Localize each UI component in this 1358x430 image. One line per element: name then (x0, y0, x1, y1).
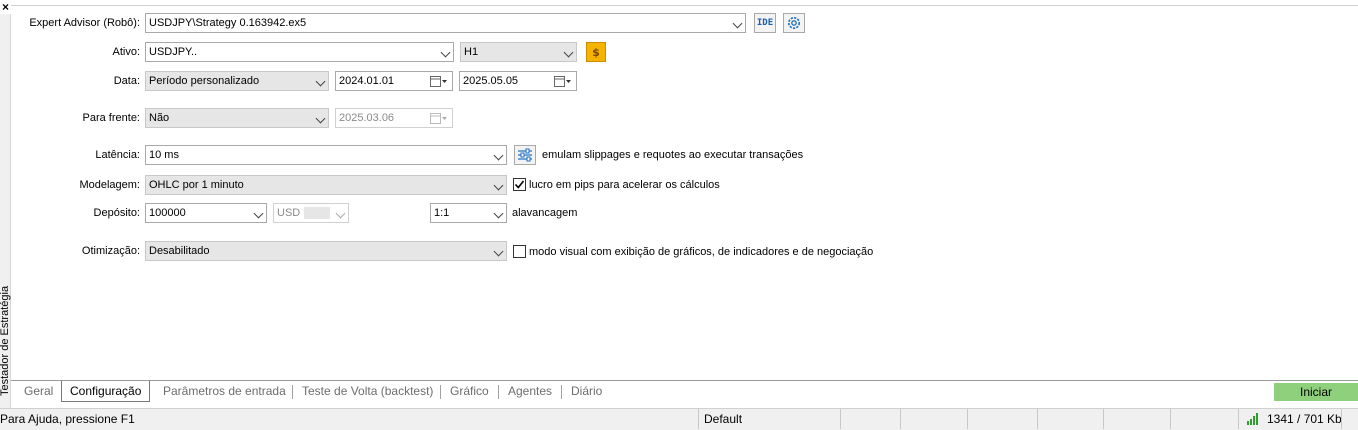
tab-separator (292, 385, 293, 399)
chevron-down-icon (253, 208, 264, 219)
expert-select[interactable]: USDJPY\Strategy 0.163942.ex5 (145, 13, 746, 33)
modeling-select[interactable]: OHLC por 1 minuto (145, 175, 507, 195)
deposit-label: Depósito: (93, 207, 140, 219)
profit-pips-label: lucro em pips para acelerar os cálculos (529, 179, 720, 191)
optimization-label: Otimização: (81, 245, 140, 257)
leverage-value: 1:1 (434, 207, 450, 219)
expert-value: USDJPY\Strategy 0.163942.ex5 (149, 17, 307, 29)
visual-mode-label: modo visual com exibição de gráficos, de… (529, 246, 874, 258)
status-bar (0, 408, 1358, 430)
divider (11, 5, 1358, 6)
deposit-value: 100000 (149, 207, 186, 219)
status-separator (900, 409, 901, 429)
leverage-label: alavancagem (512, 207, 578, 219)
profit-pips-checkbox[interactable] (513, 178, 526, 191)
date-from-value: 2024.01.01 (339, 75, 395, 87)
settings-button[interactable] (783, 13, 805, 33)
latency-value: 10 ms (149, 149, 179, 161)
modeling-value: OHLC por 1 minuto (149, 179, 244, 191)
ide-icon: IDE (756, 18, 774, 28)
chevron-down-icon (493, 246, 504, 257)
checkmark-icon (514, 180, 525, 189)
tab-backtest[interactable]: Teste de Volta (backtest) (302, 381, 433, 402)
help-text: Para Ajuda, pressione F1 (0, 412, 135, 426)
tab-agents[interactable]: Agentes (508, 381, 552, 402)
chevron-down-icon (440, 47, 451, 58)
symbol-value: USDJPY.. (149, 46, 198, 58)
tab-separator (498, 385, 499, 399)
optimization-value: Desabilitado (149, 245, 210, 257)
status-separator (1170, 409, 1171, 429)
status-separator (967, 409, 968, 429)
latency-note: emulam slippages e requotes ao executar … (542, 149, 804, 161)
latency-select[interactable]: 10 ms (145, 145, 507, 165)
date-mode-select[interactable]: Período personalizado (145, 71, 329, 91)
symbol-label: Ativo: (112, 46, 140, 58)
chevron-down-icon (335, 208, 346, 219)
start-button[interactable]: Iniciar (1274, 383, 1358, 401)
coin-icon: $ (592, 46, 600, 59)
calendar-icon (430, 76, 447, 87)
forward-date-value: 2025.03.06 (339, 112, 395, 124)
tab-general[interactable]: Geral (24, 381, 53, 402)
forward-date-picker: 2025.03.06 (335, 108, 453, 128)
side-panel-title: Testador de Estratégia (0, 285, 11, 396)
deposit-input[interactable]: 100000 (145, 203, 267, 223)
chevron-down-icon (315, 76, 326, 87)
forward-label: Para frente: (82, 112, 140, 124)
leverage-select[interactable]: 1:1 (430, 203, 507, 223)
chevron-down-icon (493, 180, 504, 191)
symbol-properties-button[interactable]: $ (586, 42, 606, 62)
sliders-icon (518, 148, 532, 162)
chevron-down-icon (315, 113, 326, 124)
signal-bars-icon (1247, 413, 1258, 425)
expert-label: Expert Advisor (Robô): (29, 17, 140, 29)
chevron-down-icon (493, 208, 504, 219)
tab-settings[interactable]: Configuração (61, 381, 151, 402)
timeframe-value: H1 (464, 46, 479, 58)
status-separator (1238, 409, 1239, 429)
close-icon[interactable]: × (0, 0, 11, 14)
forward-value: Não (149, 112, 170, 124)
tab-journal[interactable]: Diário (571, 381, 602, 402)
tab-graph[interactable]: Gráfico (450, 381, 489, 402)
symbol-select[interactable]: USDJPY.. (145, 42, 454, 62)
date-from-picker[interactable]: 2024.01.01 (335, 71, 453, 91)
date-to-picker[interactable]: 2025.05.05 (459, 71, 577, 91)
status-separator (698, 409, 699, 429)
currency-value: USD (277, 207, 301, 219)
timeframe-select[interactable]: H1 (460, 42, 577, 62)
profile-name: Default (704, 412, 743, 426)
date-to-value: 2025.05.05 (463, 75, 519, 87)
chevron-down-icon (493, 150, 504, 161)
chevron-down-icon (563, 47, 574, 58)
forward-select[interactable]: Não (145, 108, 329, 128)
date-label: Data: (113, 75, 140, 87)
traffic-counter: 1341 / 701 Kb (1267, 412, 1342, 426)
optimization-select[interactable]: Desabilitado (145, 241, 507, 261)
chevron-down-icon (732, 18, 743, 29)
gear-icon (788, 17, 800, 29)
status-separator (1341, 409, 1342, 429)
status-separator (1103, 409, 1104, 429)
ide-button[interactable]: IDE (754, 13, 776, 33)
latency-label: Latência: (95, 149, 140, 161)
svg-text:$: $ (592, 46, 600, 59)
modeling-label: Modelagem: (79, 179, 140, 191)
latency-settings-button[interactable] (514, 145, 536, 165)
tab-separator (561, 385, 562, 399)
visual-mode-checkbox[interactable] (513, 245, 526, 258)
currency-select: USD (273, 203, 349, 223)
calendar-icon (554, 76, 571, 87)
currency-swatch (304, 207, 330, 219)
tab-separator (440, 385, 441, 399)
tab-inputs[interactable]: Parâmetros de entrada (163, 381, 286, 402)
status-separator (840, 409, 841, 429)
status-separator (1037, 409, 1038, 429)
calendar-icon (430, 113, 447, 124)
date-mode-value: Período personalizado (149, 75, 260, 87)
